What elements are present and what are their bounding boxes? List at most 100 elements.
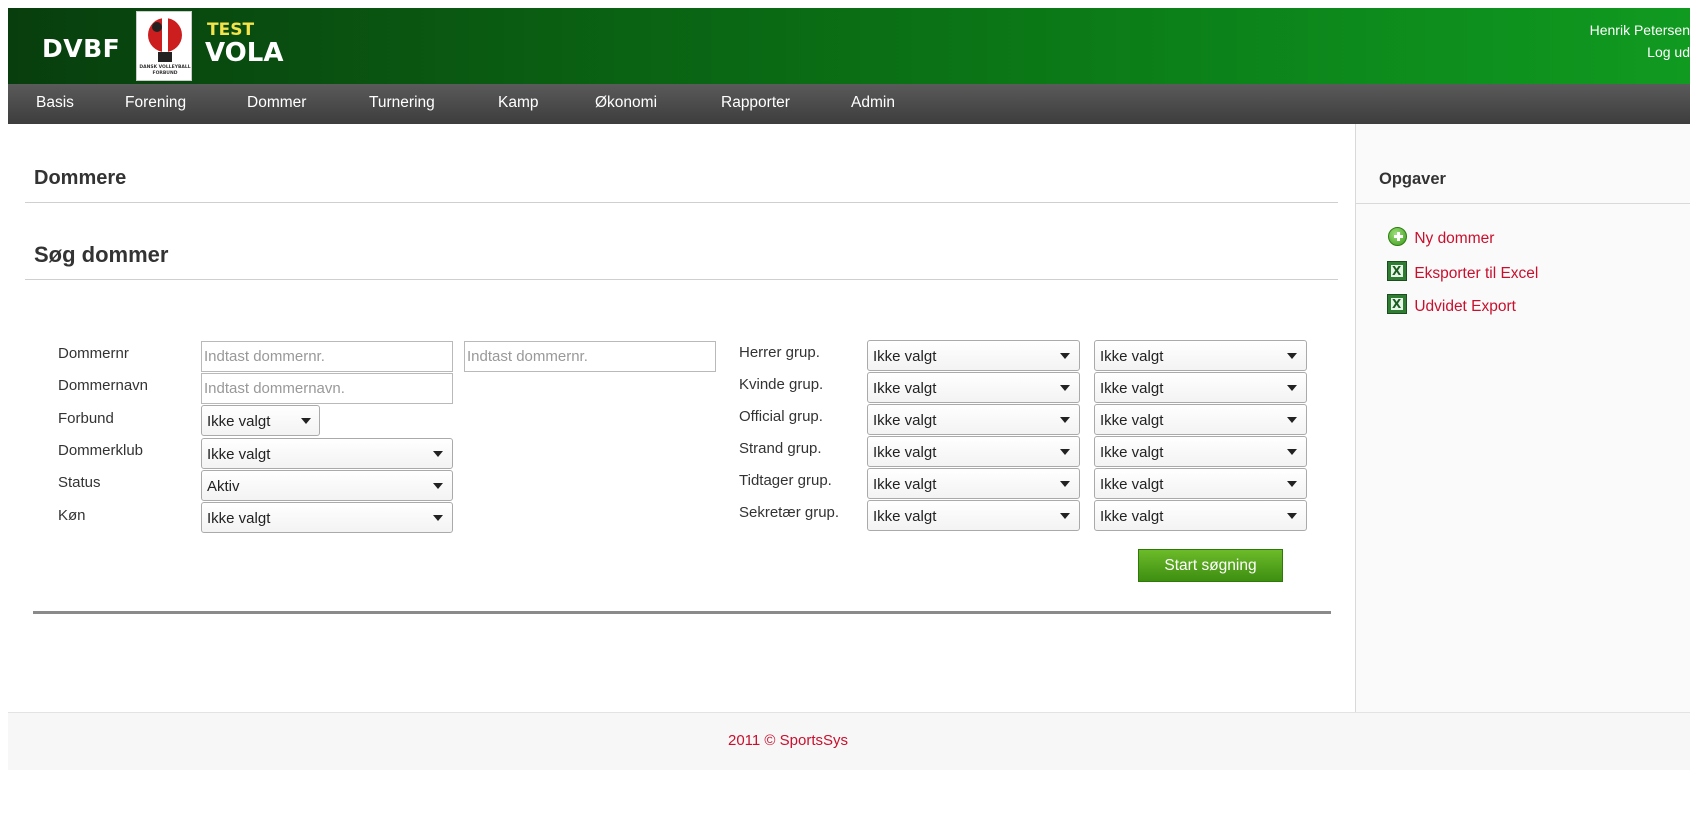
- chevron-down-icon: [1060, 449, 1070, 455]
- select-value: Ikke valgt: [1100, 380, 1164, 397]
- herrer-grup-to-select[interactable]: Ikke valgt: [1094, 340, 1307, 371]
- strand-grup-to-select[interactable]: Ikke valgt: [1094, 436, 1307, 467]
- start-search-button[interactable]: Start søgning: [1138, 549, 1283, 582]
- new-referee-link[interactable]: Ny dommer: [1388, 227, 1494, 248]
- extended-export-label: Udvidet Export: [1414, 298, 1516, 315]
- select-value: Ikke valgt: [1100, 348, 1164, 365]
- strand-grup-label: Strand grup.: [739, 440, 822, 457]
- nav-item-turnering[interactable]: Turnering: [369, 94, 435, 112]
- nav-item-dommer[interactable]: Dommer: [247, 94, 306, 112]
- tidtager-grup-from-select[interactable]: Ikke valgt: [867, 468, 1080, 499]
- chevron-down-icon: [1287, 481, 1297, 487]
- kon-select[interactable]: Ikke valgt: [201, 502, 453, 533]
- kon-label: Køn: [58, 507, 86, 524]
- dommernr-to-input[interactable]: Indtast dommernr.: [464, 341, 716, 372]
- window-edge: [0, 0, 8, 817]
- select-value: Ikke valgt: [873, 380, 937, 397]
- dommernr-from-input[interactable]: Indtast dommernr.: [201, 341, 453, 372]
- forbund-label: Forbund: [58, 410, 114, 427]
- app-logo-text: VOLA: [205, 38, 284, 68]
- search-section-title: Søg dommer: [34, 242, 169, 267]
- export-excel-label: Eksporter til Excel: [1414, 265, 1539, 282]
- herrer-grup-from-select[interactable]: Ikke valgt: [867, 340, 1080, 371]
- dommernavn-label: Dommernavn: [58, 377, 149, 394]
- nav-item-basis[interactable]: Basis: [36, 94, 74, 112]
- volleyball-emblem-icon: DANSK VOLLEYBALL FORBUND: [136, 11, 192, 81]
- chevron-down-icon: [1287, 385, 1297, 391]
- export-excel-link[interactable]: Eksporter til Excel: [1387, 261, 1538, 283]
- status-select-value: Aktiv: [207, 478, 240, 495]
- select-value: Ikke valgt: [1100, 508, 1164, 525]
- select-value: Ikke valgt: [1100, 412, 1164, 429]
- kvinde-grup-to-select[interactable]: Ikke valgt: [1094, 372, 1307, 403]
- extended-export-link[interactable]: Udvidet Export: [1387, 294, 1516, 316]
- select-value: Ikke valgt: [873, 444, 937, 461]
- page-title: Dommere: [34, 167, 127, 189]
- chevron-down-icon: [1287, 353, 1297, 359]
- kvinde-grup-from-select[interactable]: Ikke valgt: [867, 372, 1080, 403]
- tidtager-grup-label: Tidtager grup.: [739, 472, 832, 489]
- logout-link[interactable]: Log ud: [1647, 44, 1690, 60]
- environment-badge: TEST: [207, 20, 255, 40]
- chevron-down-icon: [1060, 513, 1070, 519]
- official-grup-label: Official grup.: [739, 408, 823, 425]
- chevron-down-icon: [1060, 353, 1070, 359]
- chevron-down-icon: [301, 418, 311, 424]
- divider: [25, 202, 1338, 203]
- official-grup-from-select[interactable]: Ikke valgt: [867, 404, 1080, 435]
- herrer-grup-label: Herrer grup.: [739, 344, 820, 361]
- select-value: Ikke valgt: [1100, 476, 1164, 493]
- chevron-down-icon: [433, 451, 443, 457]
- copyright-text: 2011 © SportsSys: [728, 732, 848, 749]
- select-value: Ikke valgt: [873, 412, 937, 429]
- sekretaer-grup-from-select[interactable]: Ikke valgt: [867, 500, 1080, 531]
- new-referee-label: Ny dommer: [1414, 230, 1495, 247]
- divider: [33, 611, 1331, 614]
- chevron-down-icon: [1060, 385, 1070, 391]
- app-header: DVBF DANSK VOLLEYBALL FORBUND TEST VOLA …: [8, 8, 1690, 84]
- dommernr-label: Dommernr: [58, 345, 129, 362]
- sekretaer-grup-label: Sekretær grup.: [739, 504, 840, 521]
- divider: [25, 279, 1338, 280]
- chevron-down-icon: [1287, 449, 1297, 455]
- status-label: Status: [58, 474, 101, 491]
- dommerklub-select-value: Ikke valgt: [207, 446, 271, 463]
- nav-item-okonomi[interactable]: Økonomi: [595, 94, 657, 112]
- dommerklub-select[interactable]: Ikke valgt: [201, 438, 453, 469]
- official-grup-to-select[interactable]: Ikke valgt: [1094, 404, 1307, 435]
- divider: [1356, 203, 1690, 204]
- dommernavn-input[interactable]: Indtast dommernavn.: [201, 373, 453, 404]
- user-name: Henrik Petersen: [1589, 22, 1690, 38]
- org-logo-text: DVBF: [42, 34, 121, 63]
- sekretaer-grup-to-select[interactable]: Ikke valgt: [1094, 500, 1307, 531]
- status-select[interactable]: Aktiv: [201, 470, 453, 501]
- excel-icon: [1387, 261, 1407, 281]
- select-value: Ikke valgt: [873, 476, 937, 493]
- tasks-sidebar: Opgaver Ny dommer Eksporter til Excel Ud…: [1355, 124, 1690, 712]
- emblem-caption: DANSK VOLLEYBALL FORBUND: [139, 65, 191, 76]
- main-nav: Basis Forening Dommer Turnering Kamp Øko…: [8, 84, 1690, 124]
- chevron-down-icon: [433, 483, 443, 489]
- forbund-select[interactable]: Ikke valgt: [201, 405, 320, 436]
- forbund-select-value: Ikke valgt: [207, 413, 271, 430]
- chevron-down-icon: [1287, 513, 1297, 519]
- select-value: Ikke valgt: [873, 348, 937, 365]
- tidtager-grup-to-select[interactable]: Ikke valgt: [1094, 468, 1307, 499]
- nav-item-rapporter[interactable]: Rapporter: [721, 94, 790, 112]
- sidebar-title: Opgaver: [1379, 170, 1446, 188]
- kvinde-grup-label: Kvinde grup.: [739, 376, 824, 393]
- chevron-down-icon: [1287, 417, 1297, 423]
- strand-grup-from-select[interactable]: Ikke valgt: [867, 436, 1080, 467]
- nav-item-kamp[interactable]: Kamp: [498, 94, 539, 112]
- select-value: Ikke valgt: [873, 508, 937, 525]
- excel-icon: [1387, 294, 1407, 314]
- main-content: Dommere Søg dommer Dommernr Indtast domm…: [8, 124, 1355, 712]
- dommerklub-label: Dommerklub: [58, 442, 144, 459]
- chevron-down-icon: [433, 515, 443, 521]
- page-footer: 2011 © SportsSys: [8, 712, 1690, 770]
- nav-item-admin[interactable]: Admin: [851, 94, 895, 112]
- nav-item-forening[interactable]: Forening: [125, 94, 186, 112]
- chevron-down-icon: [1060, 481, 1070, 487]
- select-value: Ikke valgt: [1100, 444, 1164, 461]
- add-icon: [1388, 227, 1407, 246]
